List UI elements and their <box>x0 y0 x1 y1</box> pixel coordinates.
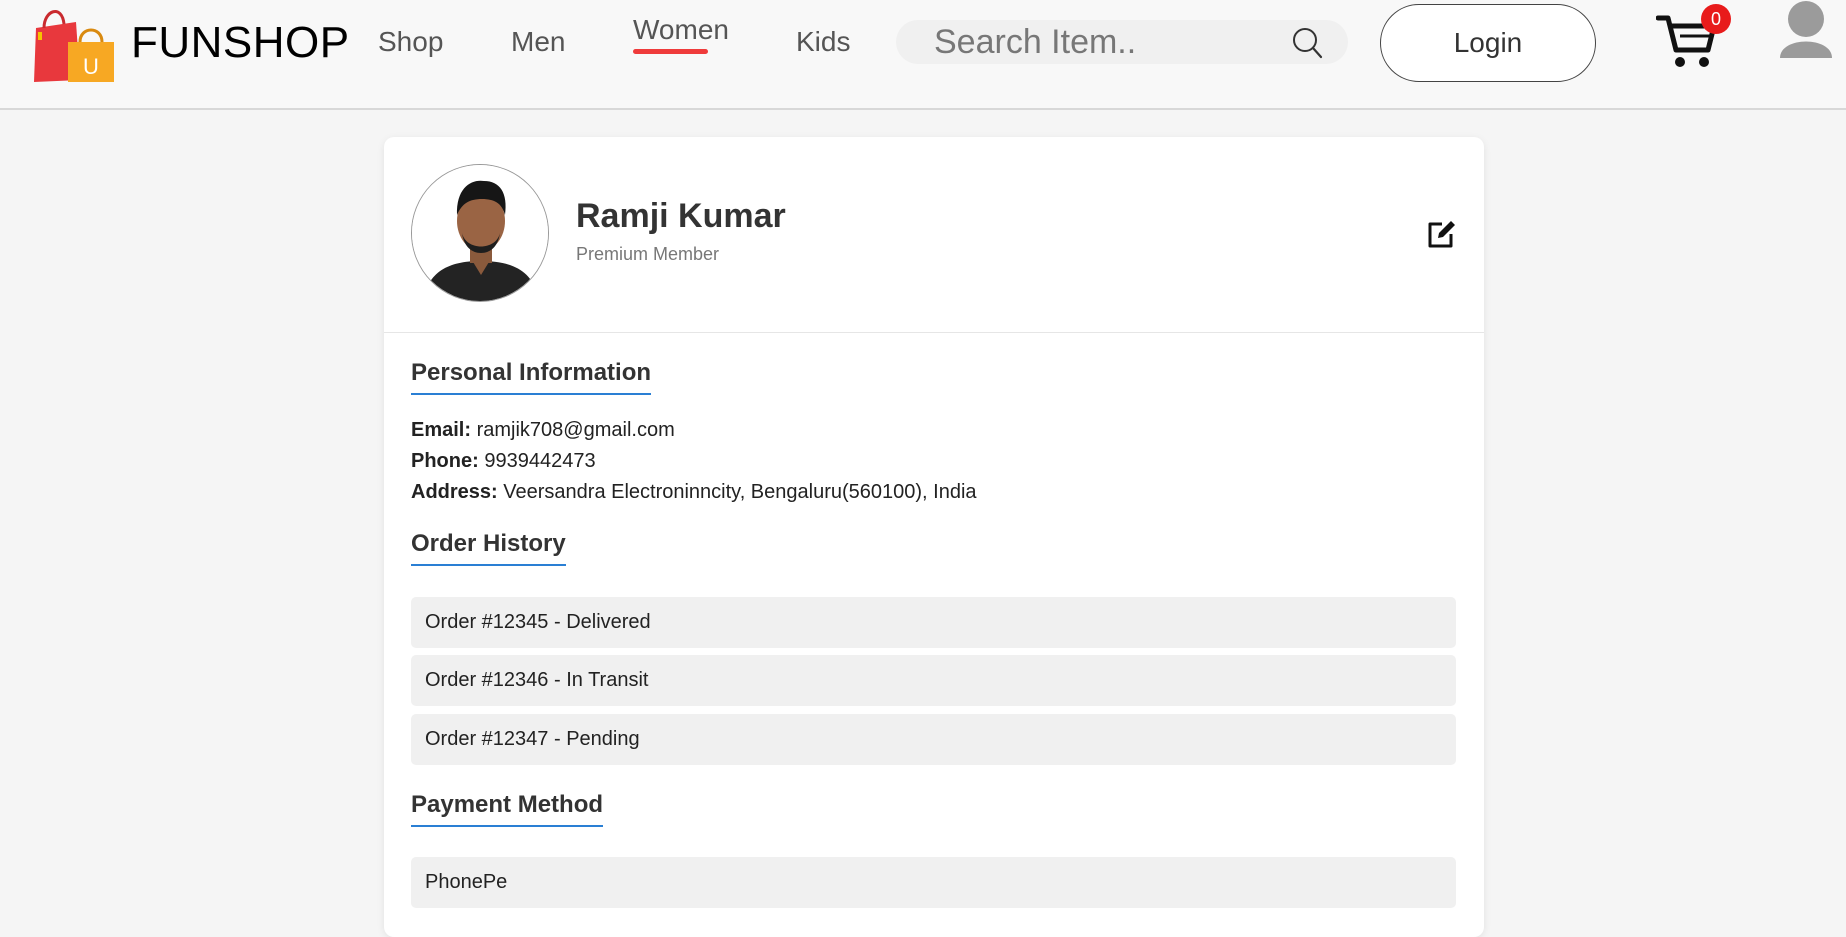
order-item[interactable]: Order #12347 - Pending <box>411 714 1456 765</box>
phone-line: Phone: 9939442473 <box>411 450 596 473</box>
phone-value: 9939442473 <box>484 450 596 472</box>
search-bar <box>896 20 1348 64</box>
search-input[interactable] <box>934 22 1264 62</box>
avatar <box>411 164 549 302</box>
profile-header: Ramji Kumar Premium Member <box>384 137 1484 333</box>
payment-method-heading: Payment Method <box>411 791 604 827</box>
cart-count-badge: 0 <box>1701 4 1731 34</box>
membership-tier: Premium Member <box>576 244 720 264</box>
nav-shop[interactable]: Shop <box>378 26 443 58</box>
payment-method-item[interactable]: PhonePe <box>411 857 1456 908</box>
order-history-heading: Order History <box>411 530 566 566</box>
phone-label: Phone: <box>411 450 479 472</box>
shopping-bag-logo-icon[interactable]: U <box>30 4 116 82</box>
search-icon[interactable] <box>1290 26 1324 60</box>
avatar-photo <box>412 165 548 301</box>
address-value: Veersandra Electroninncity, Bengaluru(56… <box>503 481 977 503</box>
brand-name[interactable]: FUNSHOP <box>131 18 350 68</box>
active-nav-indicator <box>633 49 708 54</box>
profile-card: Ramji Kumar Premium Member Personal Info… <box>384 137 1484 937</box>
login-button[interactable]: Login <box>1380 4 1596 82</box>
nav-kids[interactable]: Kids <box>796 26 850 58</box>
email-value: ramjik708@gmail.com <box>476 419 675 441</box>
logo-letter: U <box>83 54 99 79</box>
order-item[interactable]: Order #12345 - Delivered <box>411 597 1456 648</box>
address-label: Address: <box>411 481 498 503</box>
edit-icon[interactable] <box>1426 219 1456 249</box>
personal-info-heading: Personal Information <box>411 359 652 395</box>
nav-women[interactable]: Women <box>633 14 729 46</box>
user-account-icon[interactable] <box>1778 0 1834 60</box>
nav-men[interactable]: Men <box>511 26 565 58</box>
address-line: Address: Veersandra Electroninncity, Ben… <box>411 481 977 504</box>
email-line: Email: ramjik708@gmail.com <box>411 419 675 442</box>
profile-name: Ramji Kumar <box>576 197 786 235</box>
email-label: Email: <box>411 419 472 441</box>
top-navbar: U FUNSHOP Shop Men Women Kids Login 0 <box>0 0 1846 110</box>
order-item[interactable]: Order #12346 - In Transit <box>411 655 1456 706</box>
